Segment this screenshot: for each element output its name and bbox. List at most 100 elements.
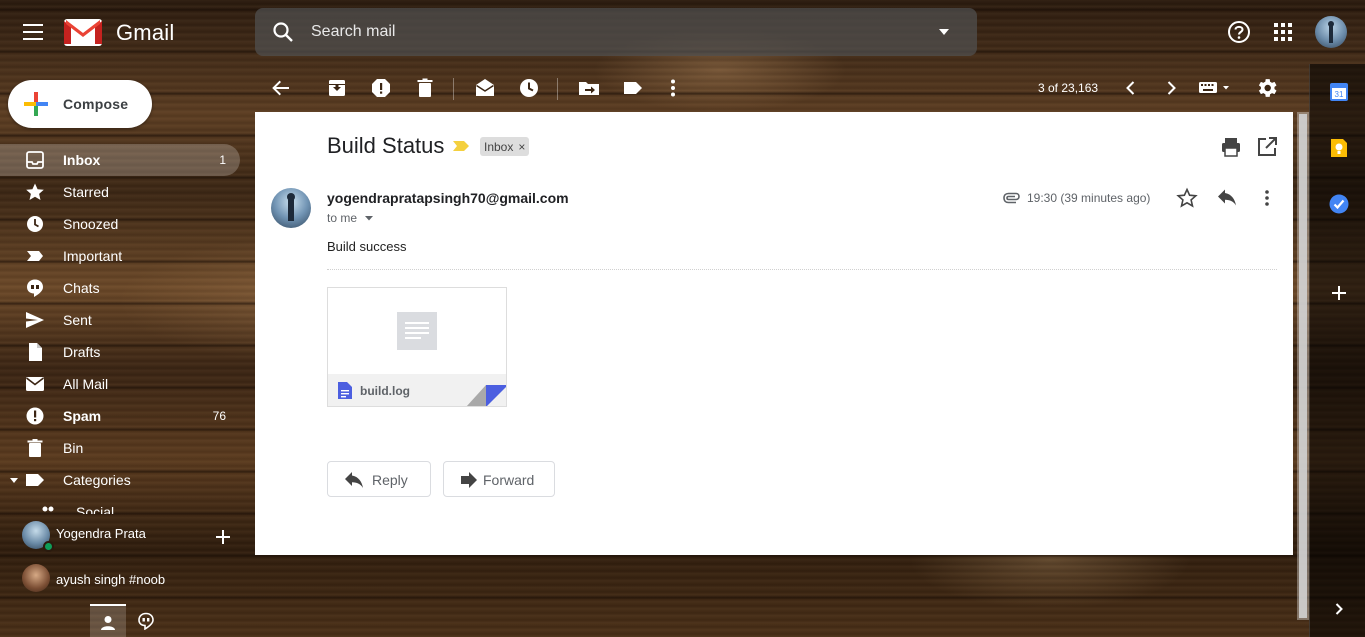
nav-item-count: 76 <box>212 409 226 423</box>
nav-item-label: Bin <box>63 440 84 456</box>
nav-item-sent[interactable]: Sent <box>0 304 240 336</box>
hangouts-self[interactable]: Yogendra Prata <box>0 516 240 556</box>
print-icon[interactable] <box>1220 136 1242 158</box>
sender-avatar[interactable] <box>271 188 311 228</box>
toolbar-divider <box>453 78 454 100</box>
online-status-dot <box>43 541 54 552</box>
remove-label-close-icon[interactable]: × <box>518 140 525 154</box>
sender-email[interactable]: yogendrapratapsingh70@gmail.com <box>327 190 569 206</box>
newer-chevron-left-icon[interactable] <box>1119 76 1143 100</box>
nav-item-label: Starred <box>63 184 109 200</box>
hangouts-contact[interactable]: ayush singh #noob <box>0 558 240 602</box>
nav-item-starred[interactable]: Starred <box>0 176 240 208</box>
main-menu-icon[interactable] <box>16 16 52 48</box>
nav-item-categories[interactable]: Categories <box>0 464 240 496</box>
tab-contacts[interactable] <box>90 604 126 637</box>
email-body: Build success <box>327 239 407 254</box>
chat-icon <box>25 278 45 298</box>
forward-label: Forward <box>483 472 535 488</box>
message-toolbar: 3 of 23,163 <box>255 64 1293 112</box>
body-divider <box>327 269 1277 270</box>
delete-trash-icon[interactable] <box>413 76 437 100</box>
nav-item-label: All Mail <box>63 376 109 392</box>
nav-item-snoozed[interactable]: Snoozed <box>0 208 240 240</box>
mark-unread-icon[interactable] <box>473 76 497 100</box>
report-spam-icon[interactable] <box>369 76 393 100</box>
email-timestamp: 19:30 (39 minutes ago) <box>1027 191 1151 205</box>
apps-grid-icon[interactable] <box>1270 19 1296 45</box>
chat-icon <box>137 612 155 630</box>
label-tag-icon[interactable] <box>621 76 645 100</box>
nav-item-label: Categories <box>63 472 131 488</box>
attachment-paperclip-icon <box>1001 190 1021 206</box>
attachment-card[interactable]: build.log <box>327 287 507 407</box>
hangouts-self-name: Yogendra Prata <box>56 526 146 541</box>
archive-icon[interactable] <box>325 76 349 100</box>
nav-item-chats[interactable]: Chats <box>0 272 240 304</box>
tab-conversations[interactable] <box>128 604 164 637</box>
email-message-card: Build Status Inbox × yogendrapratapsingh… <box>255 112 1293 555</box>
search-options-chevron-down-icon[interactable] <box>937 26 951 38</box>
forward-button[interactable]: Forward <box>443 461 555 497</box>
importance-marker-icon[interactable] <box>452 140 470 152</box>
toolbar-divider <box>557 78 558 100</box>
nav-item-label: Social <box>76 504 115 514</box>
app-name: Gmail <box>116 20 175 45</box>
add-contact-plus-icon[interactable] <box>212 526 234 548</box>
hangouts-contact-name: ayush singh #noob <box>56 572 166 587</box>
reply-arrow-icon[interactable] <box>1216 187 1238 209</box>
nav-item-label: Important <box>63 248 123 264</box>
clock-icon <box>25 214 45 234</box>
help-icon[interactable] <box>1226 19 1252 45</box>
search-icon[interactable] <box>271 20 295 44</box>
compose-button[interactable]: Compose <box>8 80 152 128</box>
expand-chevron-down-icon[interactable] <box>9 477 19 485</box>
tasks-icon[interactable] <box>1328 193 1350 215</box>
nav-item-drafts[interactable]: Drafts <box>0 336 240 368</box>
snooze-clock-icon[interactable] <box>517 76 541 100</box>
older-chevron-right-icon[interactable] <box>1159 76 1183 100</box>
people-icon <box>40 504 56 514</box>
keep-icon[interactable] <box>1328 137 1350 159</box>
recipient-details-chevron-down-icon[interactable] <box>364 214 374 222</box>
nav-item-social[interactable]: Social <box>0 496 240 514</box>
move-to-folder-icon[interactable] <box>577 76 601 100</box>
scrollbar-thumb[interactable] <box>1299 114 1307 618</box>
nav-item-inbox[interactable]: Inbox 1 <box>0 144 240 176</box>
nav-item-all-mail[interactable]: All Mail <box>0 368 240 400</box>
side-panel: 31 <box>1309 64 1365 637</box>
more-vertical-icon[interactable] <box>1256 187 1278 209</box>
person-icon <box>99 614 117 632</box>
star-icon[interactable] <box>1176 187 1198 209</box>
compose-plus-icon <box>22 90 50 118</box>
search-bar <box>255 8 977 56</box>
settings-gear-icon[interactable] <box>1255 76 1279 100</box>
nav-item-spam[interactable]: Spam 76 <box>0 400 240 432</box>
reply-label: Reply <box>372 472 408 488</box>
nav-item-important[interactable]: Important <box>0 240 240 272</box>
recipient-summary: to me <box>327 211 358 225</box>
send-icon <box>25 310 45 330</box>
more-vertical-icon[interactable] <box>661 76 685 100</box>
gmail-logo-icon[interactable] <box>64 17 102 46</box>
input-tools-keyboard-icon[interactable] <box>1198 78 1234 98</box>
nav-item-bin[interactable]: Bin <box>0 432 240 464</box>
nav-item-label: Inbox <box>63 152 101 168</box>
label-chip: Inbox × <box>480 137 530 156</box>
open-new-window-icon[interactable] <box>1256 136 1278 158</box>
calendar-icon[interactable]: 31 <box>1328 81 1350 103</box>
document-preview-icon <box>397 312 437 350</box>
reply-button[interactable]: Reply <box>327 461 431 497</box>
add-addon-plus-icon[interactable] <box>1328 282 1350 304</box>
expand-panel-chevron-right-icon[interactable] <box>1328 598 1350 620</box>
back-arrow-icon[interactable] <box>269 76 293 100</box>
account-avatar[interactable] <box>1315 16 1347 48</box>
nav-item-label: Spam <box>63 408 102 424</box>
search-input[interactable] <box>311 18 911 46</box>
folder-nav: Inbox 1 Starred Snoozed Important Chats … <box>0 144 240 496</box>
draft-icon <box>25 342 45 362</box>
important-icon <box>25 246 45 266</box>
attachment-preview <box>328 288 506 374</box>
attachment-filename: build.log <box>360 384 410 398</box>
nav-item-label: Drafts <box>63 344 101 360</box>
